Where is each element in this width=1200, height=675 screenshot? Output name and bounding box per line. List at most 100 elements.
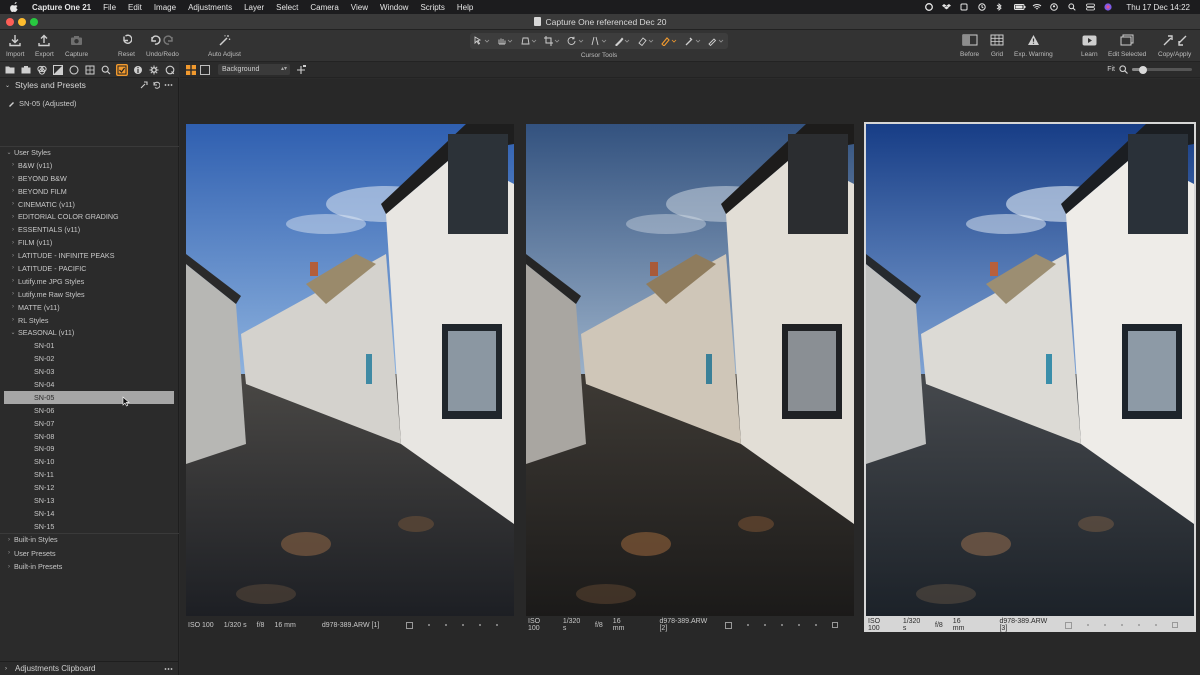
- user-styles-group[interactable]: ⌄ User Styles: [0, 146, 179, 159]
- wifi-icon[interactable]: [1032, 3, 1042, 11]
- style-item-selected[interactable]: SN-05: [4, 390, 174, 404]
- menu-image[interactable]: Image: [154, 3, 176, 12]
- style-group-item[interactable]: › BEYOND FILM: [0, 185, 179, 198]
- grid-button[interactable]: Grid: [989, 32, 1005, 58]
- lens-tab-icon[interactable]: [68, 64, 80, 76]
- crop-keystone-tool-icon[interactable]: [517, 34, 540, 48]
- street-photo-1[interactable]: [186, 124, 514, 616]
- style-group-item[interactable]: › RL Styles: [0, 314, 179, 327]
- capture-button[interactable]: Capture: [65, 32, 88, 58]
- color-picker-tool-icon[interactable]: [681, 34, 704, 48]
- menu-file[interactable]: File: [103, 3, 116, 12]
- metadata-tab-icon[interactable]: [132, 64, 144, 76]
- apple-menu-icon[interactable]: [10, 2, 22, 12]
- bluetooth-icon[interactable]: [996, 3, 1005, 11]
- eraser-tool-icon[interactable]: [634, 34, 657, 48]
- dropbox-icon[interactable]: [942, 3, 952, 11]
- pan-tool-icon[interactable]: [493, 34, 516, 48]
- annotation-tool-icon[interactable]: [705, 34, 728, 48]
- brush-tool-icon[interactable]: [611, 34, 634, 48]
- style-item[interactable]: SN-08: [0, 430, 179, 443]
- style-group-item[interactable]: › Lutify.me Raw Styles: [0, 288, 179, 301]
- rating-dot[interactable]: [1104, 624, 1106, 626]
- library-tab-icon[interactable]: [4, 64, 16, 76]
- style-group-item[interactable]: › LATITUDE - PACIFIC: [0, 262, 179, 275]
- menu-camera[interactable]: Camera: [310, 3, 338, 12]
- style-group-item[interactable]: › BEYOND B&W: [0, 172, 179, 185]
- rating-dot[interactable]: [445, 624, 447, 626]
- menu-bar-clock[interactable]: Thu 17 Dec 14:22: [1126, 3, 1190, 12]
- style-item[interactable]: SN-15: [0, 520, 179, 533]
- time-machine-icon[interactable]: [978, 3, 987, 11]
- edit-selected-button[interactable]: Edit Selected: [1108, 32, 1146, 58]
- menu-edit[interactable]: Edit: [128, 3, 142, 12]
- rating-dot[interactable]: [1138, 624, 1140, 626]
- select-checkbox[interactable]: [725, 621, 732, 629]
- before-button[interactable]: Before: [960, 32, 979, 58]
- keystone-lines-tool-icon[interactable]: [587, 34, 610, 48]
- collapse-chevron-icon[interactable]: ⌄: [5, 82, 11, 89]
- adjustments-clipboard-header[interactable]: › Adjustments Clipboard: [0, 661, 179, 675]
- rating-dot[interactable]: [428, 624, 430, 626]
- image-variant-1[interactable]: ISO 100 1/320 s f/8 16 mm d978-389.ARW […: [184, 122, 516, 632]
- style-item[interactable]: SN-09: [0, 442, 179, 455]
- reset-button[interactable]: Reset: [118, 32, 135, 58]
- style-item[interactable]: SN-03: [0, 365, 179, 378]
- single-view-icon[interactable]: [200, 64, 210, 75]
- style-group-item[interactable]: › B&W (v11): [0, 159, 179, 172]
- color-tab-icon[interactable]: [36, 64, 48, 76]
- collapsed-chevron-icon[interactable]: ›: [5, 666, 11, 672]
- menu-select[interactable]: Select: [276, 3, 298, 12]
- style-group-item[interactable]: › CINEMATIC (v11): [0, 198, 179, 211]
- control-center-icon[interactable]: [1086, 3, 1096, 11]
- zoom-slider-knob[interactable]: [1138, 65, 1147, 74]
- street-photo-2[interactable]: [526, 124, 854, 616]
- composition-tab-icon[interactable]: [84, 64, 96, 76]
- rating-dot[interactable]: [798, 624, 800, 626]
- bottom-group-item[interactable]: › Built-in Presets: [0, 561, 179, 574]
- crop-tool-icon[interactable]: [540, 34, 563, 48]
- zoom-magnifier-icon[interactable]: [1119, 65, 1128, 74]
- rating-dot[interactable]: [747, 624, 749, 626]
- menu-help[interactable]: Help: [457, 3, 473, 12]
- style-group-item[interactable]: › EDITORIAL COLOR GRADING: [0, 210, 179, 223]
- minimize-window-button[interactable]: [18, 18, 26, 26]
- style-group-item[interactable]: › LATITUDE - INFINITE PEAKS: [0, 249, 179, 262]
- dropbox-sync-icon[interactable]: [960, 3, 969, 11]
- menu-layer[interactable]: Layer: [244, 3, 264, 12]
- style-item[interactable]: SN-12: [0, 481, 179, 494]
- learn-button[interactable]: Learn: [1081, 32, 1098, 58]
- style-item[interactable]: SN-10: [0, 455, 179, 468]
- settings-gear-icon[interactable]: [148, 64, 160, 76]
- siri-icon[interactable]: [1104, 3, 1113, 11]
- more-options-icon[interactable]: [164, 665, 179, 673]
- style-group-item[interactable]: › Lutify.me JPG Styles: [0, 275, 179, 288]
- style-item[interactable]: SN-14: [0, 507, 179, 520]
- spotlight-icon[interactable]: [1068, 3, 1077, 11]
- gradient-mask-tool-icon[interactable]: [658, 34, 681, 48]
- close-window-button[interactable]: [6, 18, 14, 26]
- rating-dot[interactable]: [815, 624, 817, 626]
- rating-dot[interactable]: [1121, 624, 1123, 626]
- user-icon[interactable]: [1050, 3, 1059, 11]
- seasonal-group[interactable]: ⌄ SEASONAL (v11): [0, 326, 179, 339]
- more-options-icon[interactable]: [164, 81, 173, 89]
- bottom-group-item[interactable]: › User Presets: [0, 547, 179, 560]
- background-select[interactable]: Background ▴▾: [218, 64, 290, 75]
- rating-dot[interactable]: [781, 624, 783, 626]
- rating-dot[interactable]: [1155, 624, 1157, 626]
- zoom-slider[interactable]: [1132, 65, 1192, 74]
- style-item[interactable]: SN-06: [0, 404, 179, 417]
- rating-dot[interactable]: [1087, 624, 1089, 626]
- app-menu[interactable]: Capture One 21: [32, 3, 91, 12]
- select-checkbox[interactable]: [406, 621, 413, 629]
- style-item[interactable]: SN-04: [0, 378, 179, 391]
- menu-window[interactable]: Window: [380, 3, 408, 12]
- rating-dot[interactable]: [496, 624, 498, 626]
- add-layer-icon[interactable]: [296, 64, 306, 75]
- exposure-tab-icon[interactable]: [52, 64, 64, 76]
- undo-redo-button[interactable]: Undo/Redo: [146, 32, 179, 58]
- image-variant-3-selected[interactable]: ISO 100 1/320 s f/8 16 mm d978-389.ARW […: [864, 122, 1196, 632]
- apply-style-icon[interactable]: [140, 81, 148, 89]
- battery-icon[interactable]: [1014, 3, 1026, 11]
